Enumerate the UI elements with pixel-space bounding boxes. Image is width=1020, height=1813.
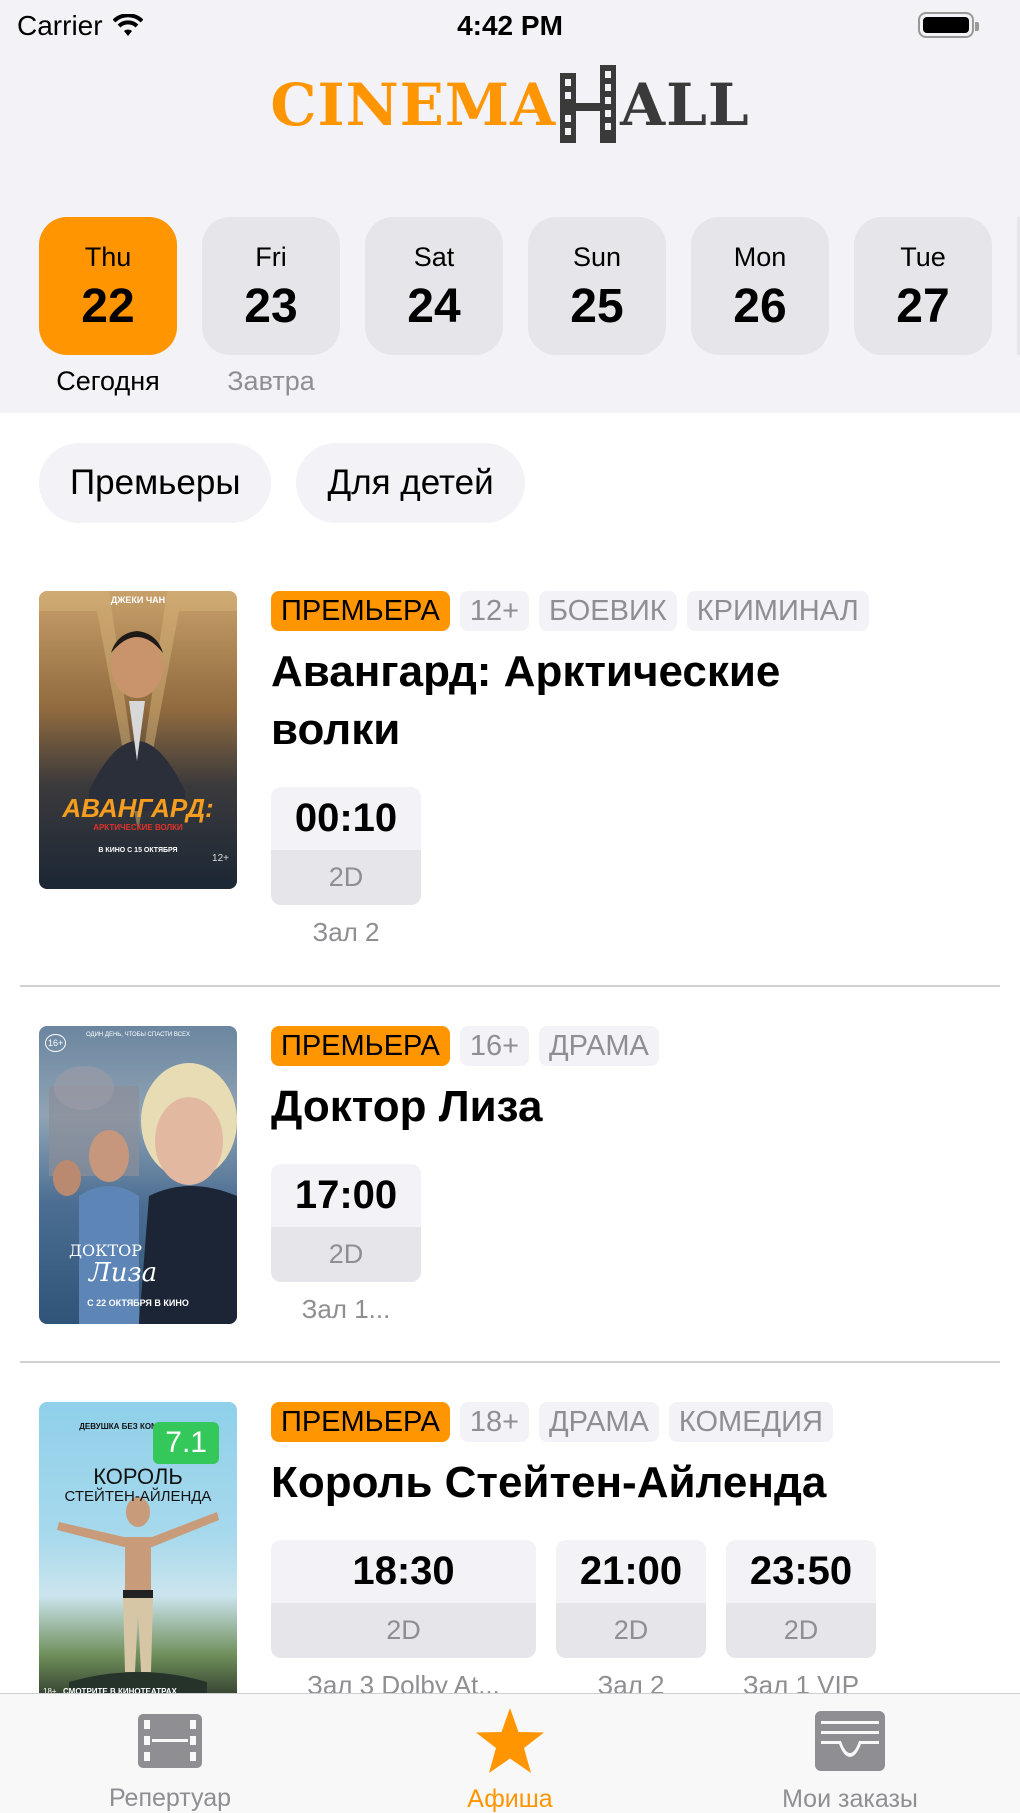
session-format: 2D	[271, 1227, 421, 1282]
date-picker: Thu 22 Сегодня Fri 23 Завтра Sat 24 Sun 25 M…	[39, 217, 1020, 401]
date-day: 24	[407, 280, 461, 333]
session-list: 18:30 2D Зал 3 Dolby At... 21:00 2D Зал 2 …	[271, 1540, 1000, 1701]
movie-title[interactable]: Король Стейтен-Айленда	[271, 1454, 1000, 1512]
session[interactable]: 00:10 2D Зал 2	[271, 787, 421, 948]
session-list: 17:00 2D Зал 1...	[271, 1164, 1000, 1325]
date-day: 23	[244, 280, 298, 333]
film-icon	[138, 1713, 202, 1768]
session-list: 00:10 2D Зал 2	[271, 787, 1000, 948]
session-time: 21:00	[556, 1540, 706, 1603]
tag-age: 16+	[459, 1026, 530, 1066]
poster-art	[39, 591, 237, 831]
logo-cinema: CINEMA	[270, 71, 557, 139]
divider	[20, 985, 1000, 987]
poster-bottom-text: С 22 ОКТЯБРЯ В КИНО	[87, 1298, 189, 1308]
tab-label: Мои заказы	[782, 1785, 918, 1813]
tag-premiere: ПРЕМЬЕРА	[271, 1402, 450, 1442]
movie-poster[interactable]: ОДИН ДЕНЬ, ЧТОБЫ СПАСТИ ВСЕХ 16+ ДОКТОР …	[39, 1026, 237, 1324]
tag-genre: БОЕВИК	[539, 591, 677, 631]
poster-subtitle: Лиза	[89, 1258, 158, 1288]
session-format: 2D	[271, 1603, 536, 1658]
date-dow: Sun	[572, 242, 622, 272]
session-time: 17:00	[271, 1164, 421, 1227]
tag-list: ПРЕМЬЕРА 12+ БОЕВИК КРИМИНАЛ	[271, 591, 1000, 631]
poster-subtitle: АРКТИЧЕСКИЕ ВОЛКИ	[93, 823, 183, 832]
clock: 4:42 PM	[457, 10, 563, 41]
tab-label: Афиша	[467, 1785, 553, 1813]
poster-top-text: ДЖЕКИ ЧАН	[110, 595, 166, 605]
tag-age: 12+	[459, 591, 530, 631]
tag-age: 18+	[459, 1402, 530, 1442]
date-day: 27	[896, 280, 950, 333]
session-hall: Зал 1...	[301, 1294, 391, 1324]
tab-label: Репертуар	[108, 1784, 232, 1812]
status-bar: Carrier 4:42 PM	[0, 0, 1020, 50]
tag-list: ПРЕМЬЕРА 16+ ДРАМА	[271, 1026, 1000, 1066]
session-time: 23:50	[726, 1540, 876, 1603]
film-strip-h-icon	[560, 65, 617, 143]
header-area: Carrier 4:42 PM CINEMA ALL Thu 22 Сегодня	[0, 0, 1020, 413]
session[interactable]: 21:00 2D Зал 2	[556, 1540, 706, 1701]
tag-genre: ДРАМА	[539, 1026, 659, 1066]
date-dow: Thu	[84, 242, 132, 272]
filter-kids[interactable]: Для детей	[296, 443, 525, 523]
poster-bottom-text: В КИНО С 15 ОКТЯБРЯ	[98, 847, 178, 854]
tag-genre: КРИМИНАЛ	[686, 591, 869, 631]
date-item[interactable]: Thu 22 Сегодня	[39, 217, 177, 401]
date-caption: Завтра	[227, 366, 315, 396]
session[interactable]: 18:30 2D Зал 3 Dolby At...	[271, 1540, 536, 1701]
battery-icon	[918, 12, 979, 38]
rating-badge: 7.1	[153, 1422, 219, 1464]
filter-premieres[interactable]: Премьеры	[39, 443, 272, 523]
session-time: 18:30	[271, 1540, 536, 1603]
poster-title: АВАНГАРД:	[62, 793, 214, 823]
movie-poster[interactable]: ДЖЕКИ ЧАН АВАНГАРД: АРКТИЧЕСКИЕ ВОЛКИ В …	[39, 591, 237, 889]
session-format: 2D	[556, 1603, 706, 1658]
session[interactable]: 17:00 2D Зал 1...	[271, 1164, 421, 1325]
tab-my-orders[interactable]: Мои заказы	[680, 1694, 1020, 1813]
date-dow: Mon	[733, 242, 787, 272]
date-dow: Fri	[255, 242, 287, 272]
poster-title: КОРОЛЬ	[93, 1464, 183, 1489]
date-day: 25	[570, 280, 624, 333]
date-item[interactable]: Sat 24	[365, 217, 503, 401]
tab-repertoire[interactable]: Репертуар	[0, 1694, 340, 1813]
date-item[interactable]: Mon 26	[691, 217, 829, 401]
tag-genre: КОМЕДИЯ	[668, 1402, 833, 1442]
date-item[interactable]: Sun 25	[528, 217, 666, 401]
date-item[interactable]: Fri 23 Завтра	[202, 217, 340, 401]
session-format: 2D	[271, 850, 421, 905]
date-dow: Tue	[900, 242, 946, 272]
movie-title[interactable]: Авангард: Арктические волки	[271, 643, 871, 759]
poster-top-text: ОДИН ДЕНЬ, ЧТОБЫ СПАСТИ ВСЕХ	[86, 1032, 190, 1038]
tag-premiere: ПРЕМЬЕРА	[271, 1026, 450, 1066]
movie-title[interactable]: Доктор Лиза	[271, 1078, 1000, 1136]
app-logo: CINEMA ALL	[0, 64, 1020, 146]
tag-premiere: ПРЕМЬЕРА	[271, 591, 450, 631]
star-icon	[476, 1708, 544, 1773]
movie-poster[interactable]: ДЕВУШКА БЕЗ КОМПЛЕКСОВ КОРОЛЬ СТЕЙТЕН-АЙ…	[39, 1402, 237, 1700]
date-day: 22	[81, 280, 135, 333]
filter-bar: Премьеры Для детей	[39, 443, 525, 523]
tag-list: ПРЕМЬЕРА 18+ ДРАМА КОМЕДИЯ	[271, 1402, 1000, 1442]
poster-age: 12+	[212, 853, 229, 864]
session[interactable]: 23:50 2D Зал 1 VIP	[726, 1540, 876, 1701]
tab-afisha[interactable]: Афиша	[340, 1694, 680, 1813]
session-hall: Зал 2	[312, 917, 380, 947]
tab-bar: Репертуар Афиша Мои заказы	[0, 1693, 1020, 1813]
session-time: 00:10	[271, 787, 421, 850]
poster-subtitle: СТЕЙТЕН-АЙЛЕНДА	[64, 1488, 212, 1505]
movie-info: ПРЕМЬЕРА 18+ ДРАМА КОМЕДИЯ Король Стейте…	[271, 1402, 1000, 1701]
date-item[interactable]: Tue 27	[854, 217, 992, 401]
movie-info: ПРЕМЬЕРА 12+ БОЕВИК КРИМИНАЛ Авангард: А…	[271, 591, 1000, 948]
date-dow: Sat	[413, 242, 455, 272]
logo-hall: ALL	[620, 71, 750, 139]
date-caption: Сегодня	[56, 366, 160, 396]
divider	[20, 1361, 1000, 1363]
tag-genre: ДРАМА	[539, 1402, 659, 1442]
movie-info: ПРЕМЬЕРА 16+ ДРАМА Доктор Лиза 17:00 2D З…	[271, 1026, 1000, 1325]
tray-icon	[815, 1711, 885, 1771]
date-day: 26	[733, 280, 787, 333]
session-format: 2D	[726, 1603, 876, 1658]
